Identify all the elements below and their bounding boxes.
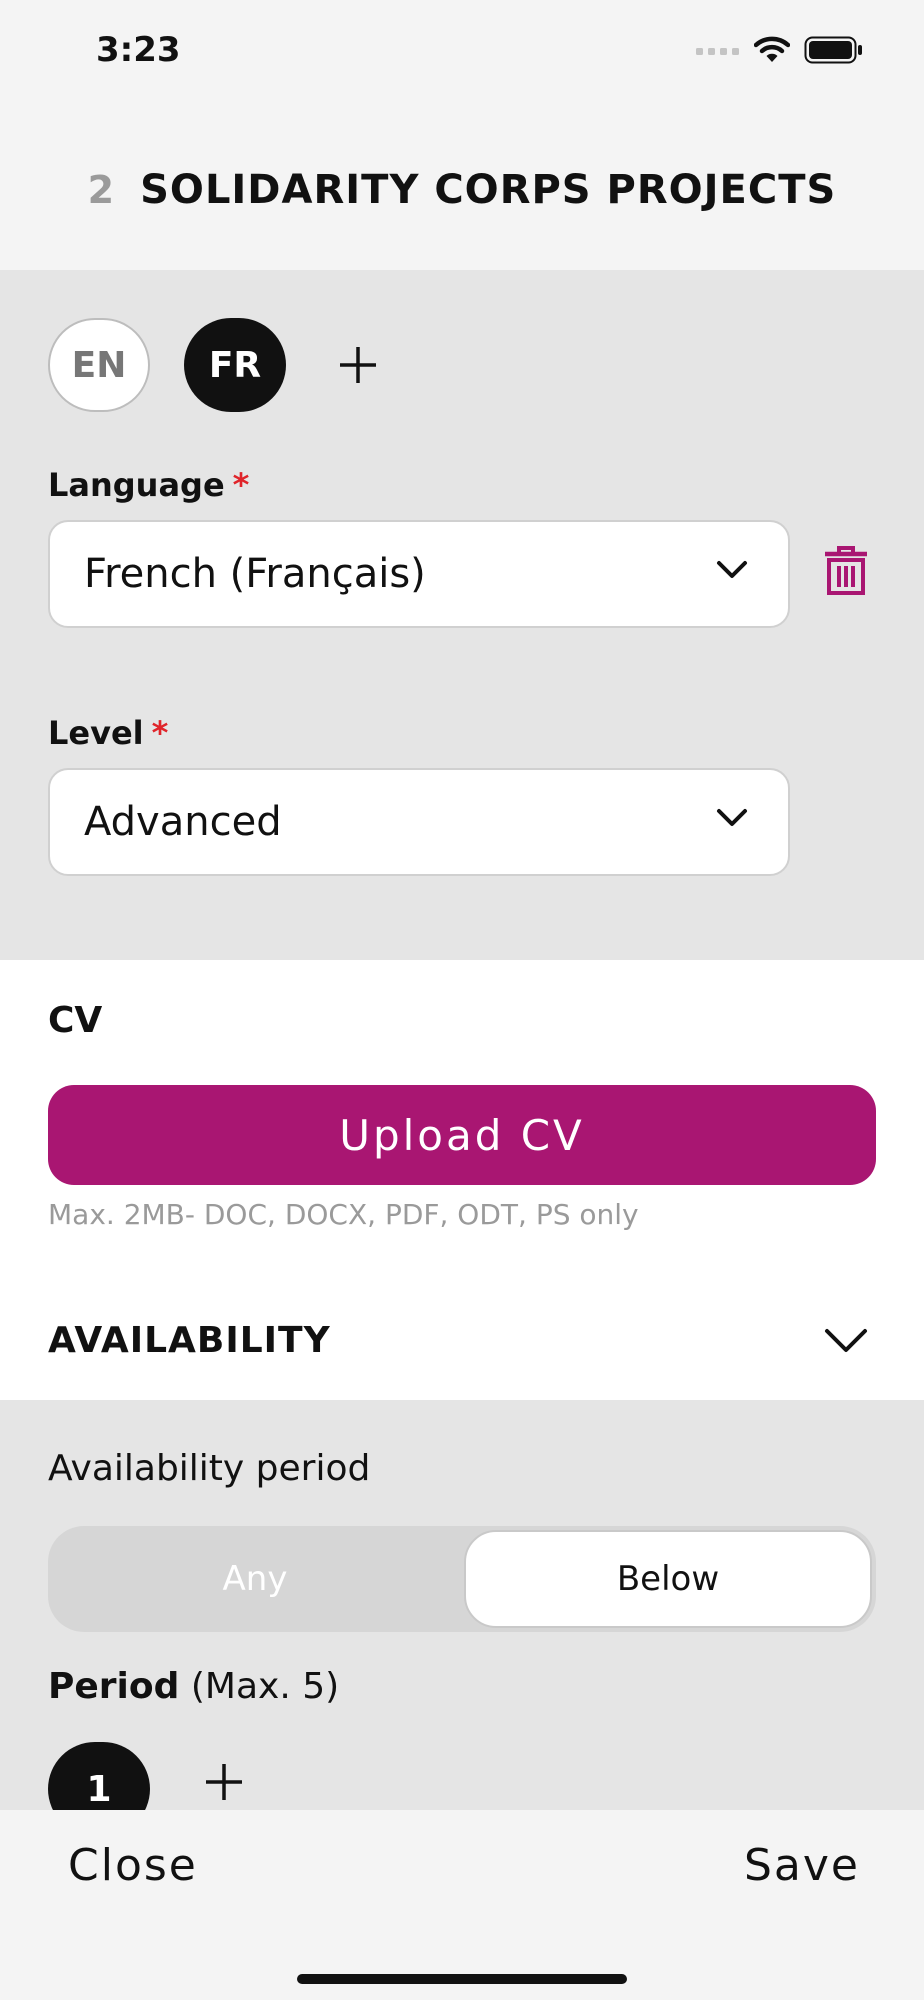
- plus-icon: [206, 1764, 242, 1800]
- level-select-value: Advanced: [84, 799, 282, 845]
- period-label: Period (Max. 5): [48, 1666, 339, 1707]
- chevron-down-icon: [825, 1329, 867, 1352]
- cv-section: CV Upload CV Max. 2MB- DOC, DOCX, PDF, O…: [0, 960, 924, 1400]
- item-count: 2: [87, 168, 115, 212]
- page-title: SOLIDARITY CORPS PROJECTS: [140, 167, 837, 213]
- language-select[interactable]: French (Français): [48, 520, 790, 628]
- availability-title[interactable]: AVAILABILITY: [48, 1320, 331, 1361]
- home-indicator: [297, 1974, 627, 1984]
- signal-icon: [696, 48, 739, 55]
- availability-segmented-control: Any Below: [48, 1526, 876, 1632]
- save-button[interactable]: Save: [744, 1840, 860, 1891]
- language-field-label: Language *: [48, 466, 249, 504]
- required-mark: *: [232, 466, 250, 504]
- tab-language-fr[interactable]: FR: [184, 318, 286, 412]
- availability-section: Availability period Any Below Period (Ma…: [0, 1400, 924, 1810]
- add-language-button[interactable]: [330, 337, 386, 393]
- period-tab-1[interactable]: 1: [48, 1742, 150, 1810]
- status-bar: 3:23: [0, 0, 924, 110]
- tab-language-en[interactable]: EN: [48, 318, 150, 412]
- wifi-icon: [754, 36, 790, 62]
- battery-icon: [804, 36, 862, 64]
- period-max: (Max. 5): [190, 1666, 340, 1707]
- page-header: 2 SOLIDARITY CORPS PROJECTS: [0, 110, 924, 270]
- upload-cv-button[interactable]: Upload CV: [48, 1085, 876, 1185]
- chevron-down-icon: [717, 809, 747, 826]
- language-section: EN FR Language * French (Français) Level *…: [0, 270, 924, 960]
- close-button[interactable]: Close: [68, 1840, 198, 1891]
- add-period-button[interactable]: [204, 1762, 244, 1806]
- availability-period-label: Availability period: [48, 1448, 371, 1489]
- level-select[interactable]: Advanced: [48, 768, 790, 876]
- chevron-down-icon: [717, 561, 747, 578]
- level-label-text: Level: [48, 714, 144, 752]
- required-mark: *: [151, 714, 169, 752]
- bottom-action-bar: Close Save: [0, 1810, 924, 2000]
- delete-language-button[interactable]: [822, 546, 870, 600]
- trash-icon: [825, 546, 867, 595]
- option-below[interactable]: Below: [464, 1530, 872, 1628]
- language-tabs: EN FR: [48, 318, 386, 412]
- language-select-value: French (Français): [84, 551, 426, 597]
- availability-toggle[interactable]: [824, 1328, 868, 1358]
- status-icons: [696, 36, 864, 64]
- status-time: 3:23: [96, 30, 181, 70]
- option-any[interactable]: Any: [48, 1526, 462, 1632]
- language-label-text: Language: [48, 466, 225, 504]
- upload-hint: Max. 2MB- DOC, DOCX, PDF, ODT, PS only: [48, 1198, 639, 1231]
- cv-label: CV: [48, 1000, 103, 1041]
- level-field-label: Level *: [48, 714, 168, 752]
- period-title: Period: [48, 1666, 180, 1707]
- plus-icon: [340, 347, 376, 383]
